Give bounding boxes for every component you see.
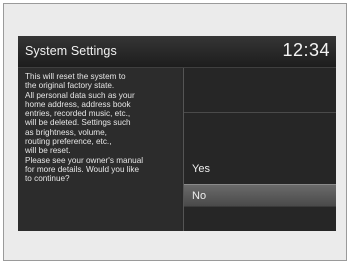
figure-frame: System Settings 12:34 This will reset th…	[3, 3, 347, 261]
header-bar: System Settings 12:34	[18, 36, 336, 68]
message-panel: This will reset the system to the origin…	[18, 68, 181, 231]
no-button[interactable]: No	[184, 184, 336, 207]
reset-warning-message: This will reset the system to the origin…	[25, 72, 144, 184]
display-screen: System Settings 12:34 This will reset th…	[18, 36, 336, 231]
page-title: System Settings	[25, 44, 117, 58]
clock: 12:34	[282, 40, 330, 60]
divider	[184, 112, 336, 113]
options-panel: Yes No	[183, 68, 336, 231]
yes-button[interactable]: Yes	[184, 158, 336, 181]
